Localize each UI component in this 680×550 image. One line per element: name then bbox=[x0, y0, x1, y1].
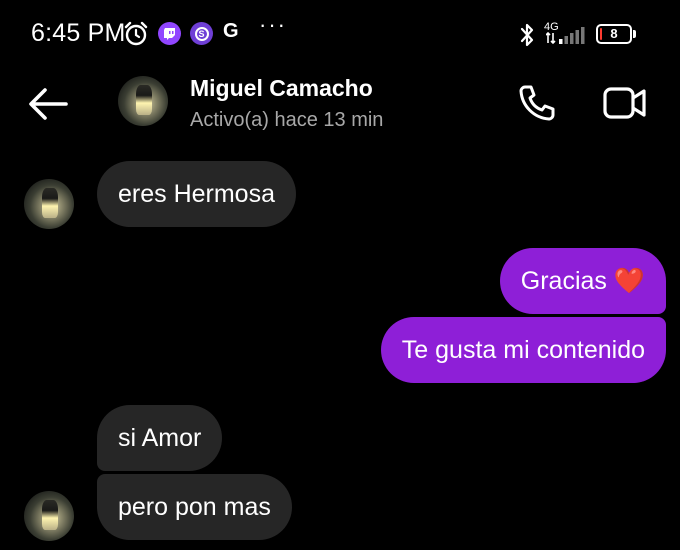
status-time: 6:45 PM bbox=[31, 19, 126, 47]
message-outgoing[interactable]: Gracias ❤️ bbox=[499, 248, 666, 314]
battery-cap bbox=[633, 30, 636, 38]
message-incoming[interactable]: si Amor bbox=[97, 405, 223, 471]
message-incoming[interactable]: pero pon mas bbox=[97, 474, 292, 540]
sender-avatar[interactable] bbox=[24, 179, 74, 229]
video-camera-icon bbox=[603, 87, 646, 119]
message-incoming[interactable]: eres Hermosa bbox=[97, 161, 296, 227]
chat-header: Miguel Camacho Activo(a) hace 13 min bbox=[0, 68, 680, 143]
bluetooth-icon bbox=[518, 22, 536, 53]
status-bar: 6:45 PM S G ··· 4G 8 bbox=[0, 0, 680, 68]
sender-avatar[interactable] bbox=[24, 491, 74, 541]
battery-icon: 8 bbox=[596, 24, 632, 44]
more-icon: ··· bbox=[259, 12, 287, 37]
message-outgoing[interactable]: Te gusta mi contenido bbox=[380, 317, 666, 383]
contact-name[interactable]: Miguel Camacho bbox=[190, 75, 373, 102]
back-button[interactable] bbox=[24, 82, 72, 126]
back-arrow-icon bbox=[29, 88, 68, 120]
contact-active-status: Activo(a) hace 13 min bbox=[190, 109, 384, 131]
sp-icon: S bbox=[190, 22, 213, 45]
contact-avatar[interactable] bbox=[118, 76, 168, 126]
phone-icon bbox=[519, 85, 555, 121]
alarm-icon bbox=[123, 21, 149, 52]
battery-level-text: 8 bbox=[610, 26, 618, 41]
video-call-button[interactable] bbox=[598, 80, 652, 126]
g-icon: G bbox=[223, 20, 239, 42]
twitch-icon bbox=[158, 22, 181, 45]
voice-call-button[interactable] bbox=[512, 80, 562, 126]
signal-icon bbox=[545, 27, 586, 45]
